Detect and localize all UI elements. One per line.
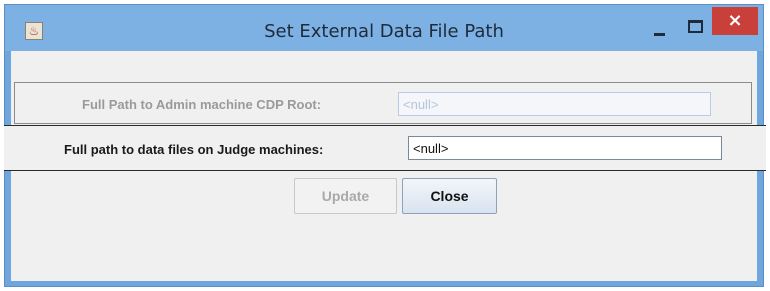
title-bar[interactable]: ♨ Set External Data File Path ×: [5, 5, 763, 51]
admin-root-row: Full Path to Admin machine CDP Root:: [14, 82, 752, 124]
close-button[interactable]: Close: [402, 178, 497, 214]
judge-path-field[interactable]: [408, 136, 722, 160]
admin-root-field: [398, 92, 711, 116]
maximize-button[interactable]: [682, 9, 708, 35]
judge-path-row: Full path to data files on Judge machine…: [4, 125, 766, 171]
minimize-button[interactable]: [646, 9, 672, 36]
judge-path-label: Full path to data files on Judge machine…: [64, 142, 324, 157]
window-close-button[interactable]: ×: [712, 7, 758, 35]
update-button: Update: [294, 178, 397, 214]
admin-root-label: Full Path to Admin machine CDP Root:: [82, 97, 322, 112]
